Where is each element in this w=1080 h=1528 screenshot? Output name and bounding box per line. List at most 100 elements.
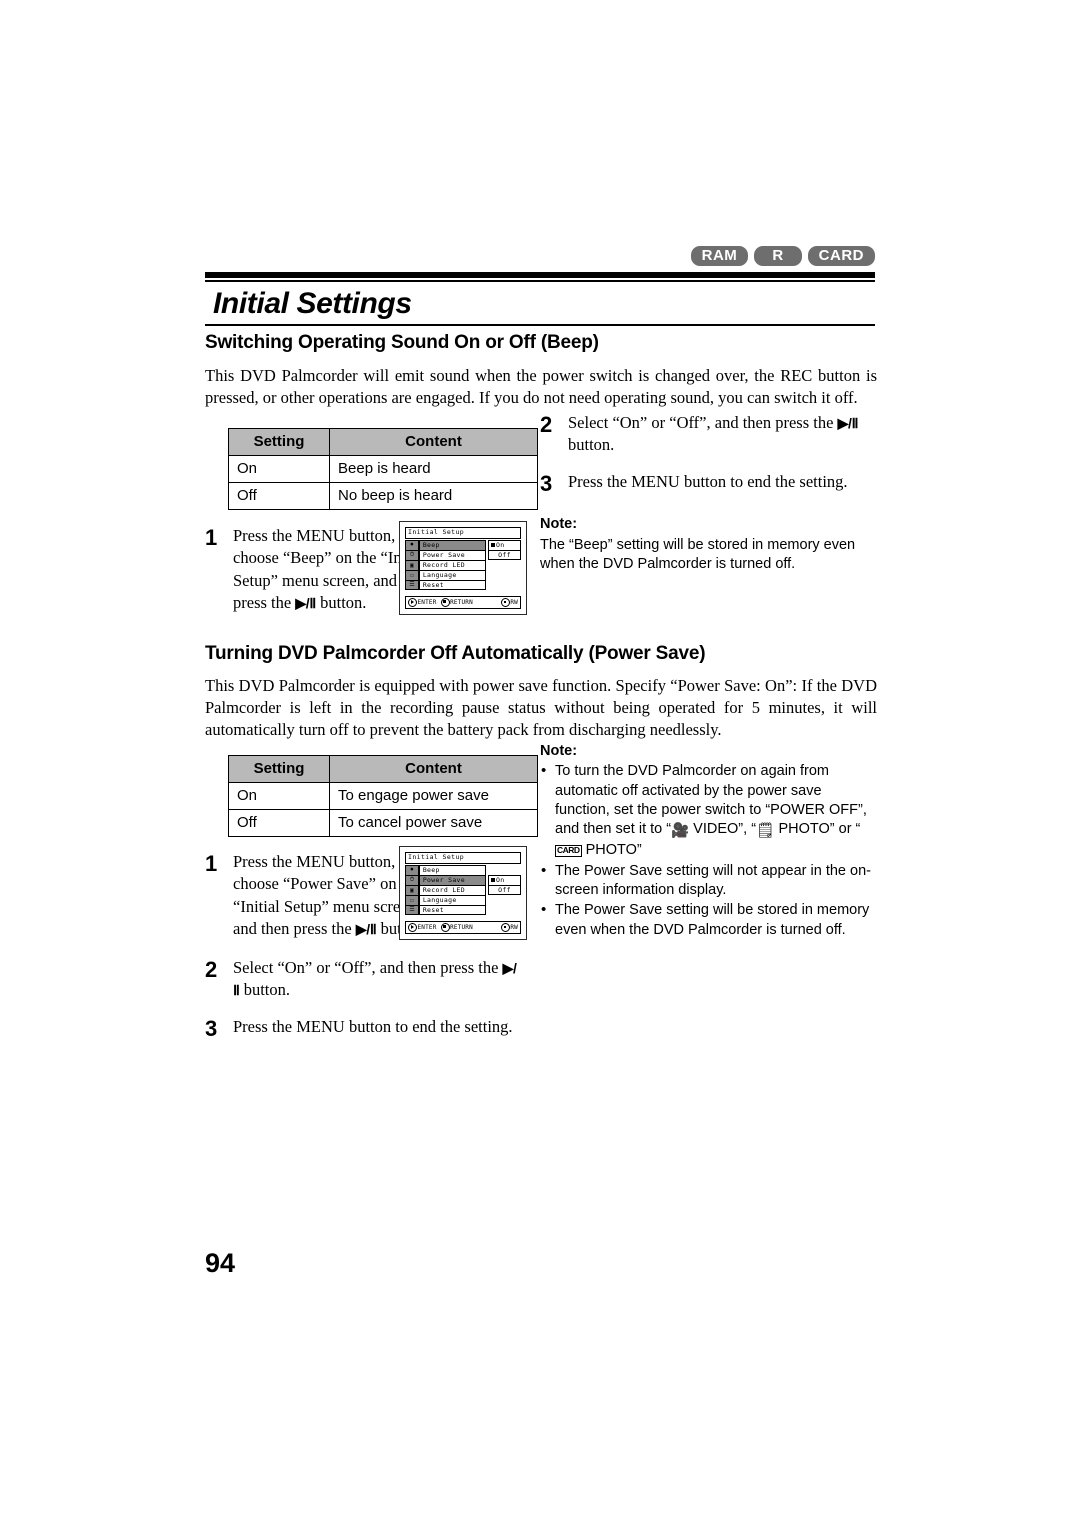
step-3-beep: 3 Press the MENU button to end the setti… (540, 471, 880, 496)
step-2-beep: 2 Select “On” or “Off”, and then press t… (540, 412, 880, 457)
lcd-submenu-on-label: On (496, 875, 505, 884)
note-title: Note: (540, 743, 578, 759)
lcd-footer-return: RETURN (450, 923, 473, 931)
video-camera-icon: 🎥 (671, 823, 690, 840)
table-row: Off No beep is heard (228, 482, 538, 510)
disc-icon (500, 922, 510, 932)
title-rule-bottom (205, 323, 875, 326)
badge-ram: RAM (690, 246, 749, 266)
power-save-icon: ⏱ (405, 549, 419, 560)
lcd-menu-screenshot-beep: Initial Setup ⏺ ⏱ ▣ ☐ ☰ Beep Power Save … (399, 521, 527, 615)
play-button-icon (408, 922, 417, 932)
lcd-submenu-on[interactable]: On (488, 539, 521, 550)
cell-setting-off: Off (228, 482, 330, 510)
cell-content-on: To engage power save (329, 782, 538, 810)
manual-page: RAM R CARD Initial Settings Switching Op… (0, 0, 1080, 1528)
note-item-1-photo2: PHOTO” (581, 842, 642, 859)
lcd-submenu-off[interactable]: Off (488, 884, 521, 895)
note-block-beep: Note: The “Beep” setting will be stored … (540, 515, 880, 574)
lcd-footer-bar: ENTER RETURN RW (405, 595, 521, 609)
lcd-item-language[interactable]: Language (418, 569, 486, 580)
record-led-icon: ▣ (405, 884, 419, 895)
stop-button-icon (440, 597, 450, 607)
step-number: 2 (205, 956, 218, 982)
note-text: The “Beep” setting will be stored in mem… (540, 536, 856, 572)
cell-content-off: No beep is heard (329, 482, 538, 510)
play-button-icon (408, 597, 417, 607)
step-text-before: Select “On” or “Off”, and then press the (568, 413, 838, 432)
lcd-item-record-led[interactable]: Record LED (418, 884, 486, 895)
cell-content-off: To cancel power save (329, 809, 538, 837)
section-heading-beep: Switching Operating Sound On or Off (Bee… (205, 332, 599, 353)
disc-icon (500, 597, 510, 607)
lcd-item-power-save[interactable]: Power Save (418, 874, 486, 885)
lcd-submenu-beep: On Off (488, 539, 521, 560)
section-intro-power-save: This DVD Palmcorder is equipped with pow… (205, 676, 877, 740)
table-header-content: Content (329, 428, 538, 456)
lcd-item-reset[interactable]: Reset (418, 579, 486, 590)
play-pause-button-glyph: ▶/Ⅱ (355, 921, 377, 938)
reset-icon: ☰ (405, 904, 419, 915)
note-item-1: To turn the DVD Palmcorder on again from… (540, 761, 880, 860)
lcd-title-power-save: Initial Setup (405, 852, 521, 864)
lcd-menu-column: Beep Power Save Record LED Language Rese… (418, 864, 486, 915)
step-2-power-save: 2 Select “On” or “Off”, and then press t… (205, 957, 523, 1002)
photo-card-icon: 🗒 (756, 823, 775, 840)
lcd-item-power-save[interactable]: Power Save (418, 549, 486, 560)
cell-setting-on: On (228, 782, 330, 810)
selected-marker-icon (491, 877, 495, 882)
lcd-submenu-on[interactable]: On (488, 874, 521, 885)
lcd-item-beep[interactable]: Beep (418, 864, 486, 875)
lcd-item-reset[interactable]: Reset (418, 904, 486, 915)
step-number: 1 (205, 851, 218, 876)
note-item-3: The Power Save setting will be stored in… (540, 900, 880, 940)
language-icon: ☐ (405, 569, 419, 580)
media-badge-group: RAM R CARD (690, 246, 875, 266)
step-text-before: Press the MENU button to end the setting… (568, 471, 848, 491)
step-text-after: button. (315, 593, 367, 613)
lcd-submenu-power-save: On Off (488, 874, 521, 895)
lcd-footer-enter: ENTER (417, 598, 437, 606)
settings-table-power-save: Setting Content On To engage power save … (228, 755, 538, 837)
section2-right-column: Note: To turn the DVD Palmcorder on agai… (540, 742, 880, 941)
step-number: 1 (205, 525, 218, 550)
play-pause-button-glyph: ▶/Ⅱ (837, 415, 859, 431)
record-led-icon: ▣ (405, 559, 419, 570)
lcd-menu-screenshot-power-save: Initial Setup ⏺ ⏱ ▣ ☐ ☰ Beep Power Save … (399, 846, 527, 940)
lcd-item-record-led[interactable]: Record LED (418, 559, 486, 570)
table-header-row: Setting Content (228, 755, 538, 783)
note-list: To turn the DVD Palmcorder on again from… (540, 761, 880, 940)
card-chip-icon: CARD (555, 845, 582, 858)
section1-right-column: 2 Select “On” or “Off”, and then press t… (540, 412, 880, 574)
lcd-submenu-off[interactable]: Off (488, 549, 521, 560)
selected-marker-icon (491, 542, 495, 547)
lcd-footer-disc: RW (510, 923, 518, 931)
step-3-power-save: 3 Press the MENU button to end the setti… (205, 1016, 553, 1041)
table-header-setting: Setting (228, 755, 330, 783)
note-item-2: The Power Save setting will not appear i… (540, 861, 880, 901)
lcd-body: ⏺ ⏱ ▣ ☐ ☰ Beep Power Save Record LED Lan… (405, 539, 521, 590)
beep-icon: ⏺ (405, 864, 419, 875)
table-row: On To engage power save (228, 782, 538, 810)
lcd-title-beep: Initial Setup (405, 527, 521, 539)
note-title: Note: (540, 516, 578, 533)
table-header-content: Content (329, 755, 538, 783)
step-number: 2 (540, 412, 553, 437)
settings-table-beep: Setting Content On Beep is heard Off No … (228, 428, 538, 510)
reset-icon: ☰ (405, 579, 419, 590)
chapter-title-block: Initial Settings (205, 272, 875, 326)
step-text-before: Press the MENU button to end the setting… (233, 1016, 513, 1036)
power-save-icon: ⏱ (405, 874, 419, 885)
language-icon: ☐ (405, 894, 419, 905)
step-text-before: Select “On” or “Off”, and then press the (233, 957, 503, 977)
lcd-menu-column: Beep Power Save Record LED Language Rese… (418, 539, 486, 590)
note-block-power-save: Note: To turn the DVD Palmcorder on agai… (540, 742, 880, 940)
beep-icon: ⏺ (405, 539, 419, 550)
lcd-item-beep[interactable]: Beep (418, 539, 486, 550)
lcd-item-language[interactable]: Language (418, 894, 486, 905)
lcd-footer-bar: ENTER RETURN RW (405, 920, 521, 934)
table-header-row: Setting Content (228, 428, 538, 456)
page-number: 94 (205, 1248, 236, 1278)
step-text-after: button. (568, 435, 615, 455)
lcd-submenu-on-label: On (496, 540, 505, 549)
